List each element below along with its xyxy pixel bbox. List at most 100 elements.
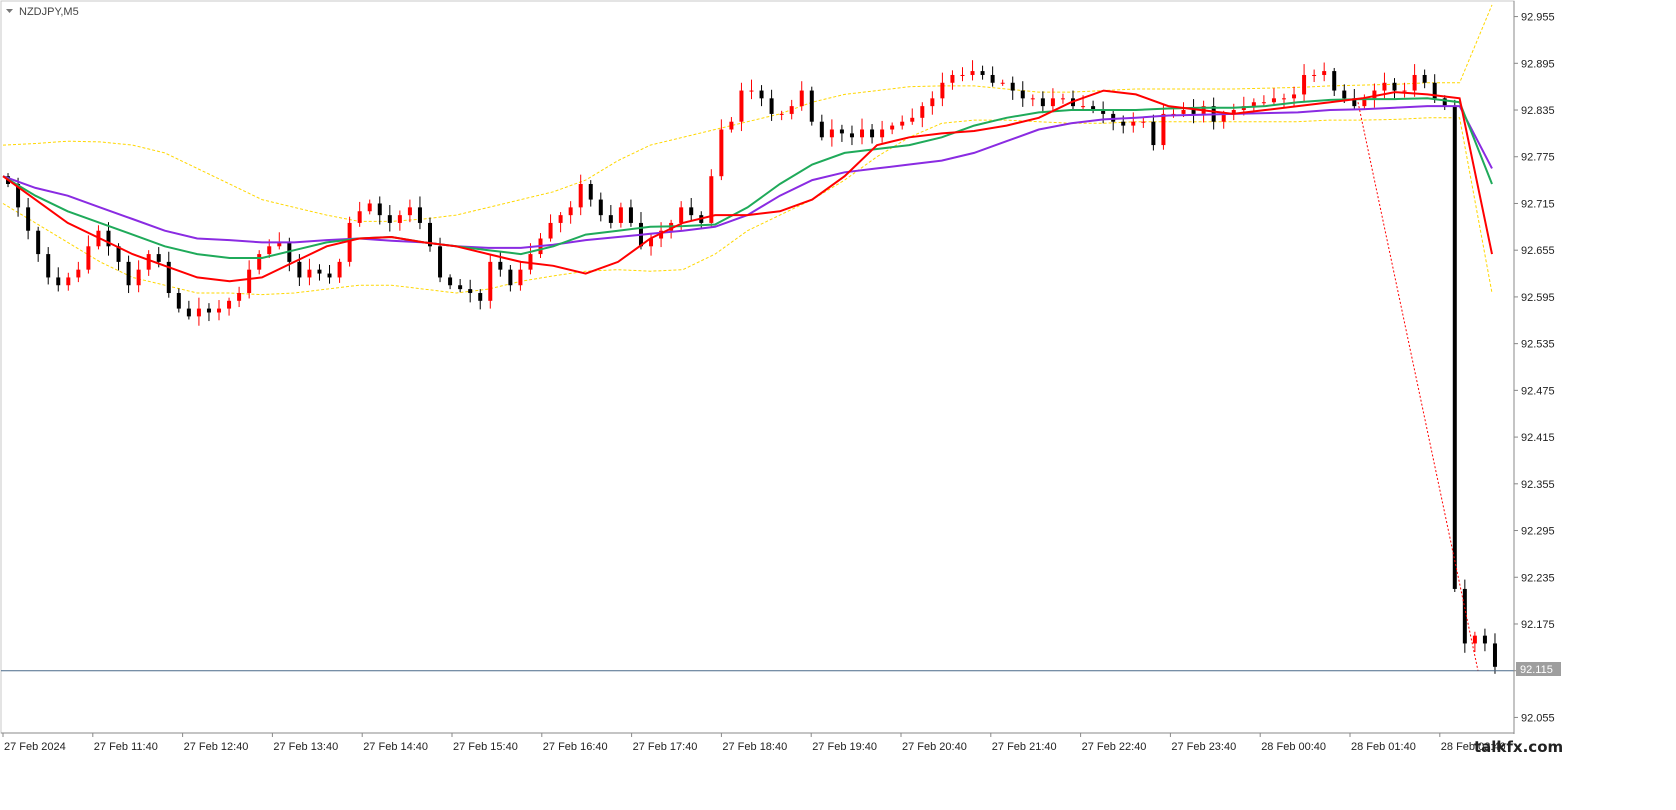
candle-body <box>679 207 684 223</box>
price-tick-label: 92.415 <box>1521 432 1555 444</box>
candle-body <box>1292 94 1297 99</box>
candle-body <box>1482 635 1487 644</box>
candle-body <box>347 222 352 262</box>
candle-body <box>829 129 834 138</box>
candle-body <box>1181 110 1186 114</box>
candle-body <box>839 129 844 134</box>
candle-body <box>980 71 985 75</box>
price-tick-label: 92.175 <box>1521 619 1555 631</box>
time-tick-label: 27 Feb 13:40 <box>273 741 338 753</box>
candle-body <box>578 184 583 208</box>
candle-body <box>86 246 91 270</box>
candle-body <box>819 121 824 138</box>
candle-body <box>247 269 252 294</box>
time-tick-label: 27 Feb 18:40 <box>722 741 787 753</box>
candle-body <box>608 215 613 223</box>
candle-body <box>910 117 915 122</box>
candle-body <box>76 269 81 278</box>
candle-body <box>528 254 533 270</box>
candle-body <box>769 98 774 114</box>
candle-body <box>1392 82 1397 91</box>
candle-body <box>46 254 51 278</box>
candle-body <box>860 129 865 138</box>
candle-body <box>1342 90 1347 99</box>
candle-body <box>397 215 402 223</box>
candle-body <box>1030 98 1035 100</box>
candle-body <box>880 129 885 138</box>
candle-body <box>548 222 553 239</box>
candle-body <box>136 269 141 286</box>
candle-body <box>1020 90 1025 99</box>
candle-body <box>1402 90 1407 92</box>
candle-body <box>1010 82 1015 91</box>
price-tick-label: 92.535 <box>1521 339 1555 351</box>
candle-body <box>176 293 181 309</box>
candle-body <box>779 113 784 115</box>
candle-body <box>950 74 955 83</box>
candle-body <box>126 261 131 286</box>
candle-body <box>146 254 151 270</box>
candle-body <box>870 129 875 138</box>
price-chart[interactable]: 92.955 92.895 92.835 92.775 92.715 92.655 92.5… <box>0 0 1676 810</box>
candle-body <box>317 269 322 274</box>
candle-body <box>1271 98 1276 103</box>
time-tick-label: 27 Feb 15:40 <box>453 741 518 753</box>
candle-body <box>558 215 563 223</box>
candle-body <box>227 300 232 309</box>
candle-body <box>849 133 854 138</box>
candle-body <box>628 207 633 223</box>
time-tick-label: 27 Feb 19:40 <box>812 741 877 753</box>
candle-body <box>237 293 242 301</box>
candle-body <box>1322 71 1327 75</box>
candle-body <box>960 74 965 76</box>
time-tick-label: 27 Feb 21:40 <box>992 741 1057 753</box>
price-tick-label: 92.835 <box>1521 105 1555 117</box>
candle-body <box>1121 121 1126 126</box>
candle-body <box>1141 121 1146 123</box>
candle-body <box>799 90 804 107</box>
candle-body <box>809 90 814 122</box>
symbol-timeframe-label: NZDJPY,M5 <box>19 6 79 18</box>
candle-body <box>1492 643 1497 667</box>
time-tick-label: 27 Feb 22:40 <box>1082 741 1147 753</box>
price-tick-label: 92.955 <box>1521 12 1555 24</box>
candle-body <box>900 121 905 126</box>
candle-body <box>1081 106 1086 108</box>
candle-body <box>217 308 222 313</box>
candle-body <box>1412 74 1417 91</box>
candle-body <box>307 269 312 278</box>
time-tick-label: 28 Feb 01:40 <box>1351 741 1416 753</box>
time-tick-label: 27 Feb 14:40 <box>363 741 428 753</box>
candle-body <box>1060 98 1065 100</box>
time-tick-label: 27 Feb 16:40 <box>543 741 608 753</box>
price-tick-label: 92.355 <box>1521 479 1555 491</box>
candle-body <box>407 207 412 216</box>
candle-body <box>1422 74 1427 83</box>
candle <box>1452 99 1457 593</box>
price-axis[interactable]: 92.955 92.895 92.835 92.775 92.715 92.655 92.5… <box>1514 12 1555 725</box>
candle-body <box>970 71 975 75</box>
candle-body <box>478 293 483 301</box>
time-tick-label: 28 Feb 00:40 <box>1261 741 1326 753</box>
price-tick-label: 92.595 <box>1521 292 1555 304</box>
candle-body <box>789 106 794 114</box>
candle-body <box>297 261 302 278</box>
candle-body <box>729 121 734 130</box>
candle-body <box>1131 121 1136 126</box>
candle-body <box>759 90 764 99</box>
time-axis[interactable]: 27 Feb 2024 27 Feb 11:40 27 Feb 12:40 27 Fe… <box>2 733 1506 753</box>
candle-body <box>588 184 593 200</box>
price-tick-label: 92.775 <box>1521 152 1555 164</box>
candle-body <box>357 211 362 223</box>
candle-body <box>438 246 443 278</box>
candle-body <box>1332 71 1337 91</box>
time-tick-label: 27 Feb 23:40 <box>1171 741 1236 753</box>
candle-body <box>930 98 935 107</box>
candle-body <box>1000 82 1005 84</box>
candle-body <box>598 199 603 216</box>
candle-body <box>66 277 71 286</box>
candle-body <box>367 203 372 212</box>
candle <box>709 169 714 228</box>
candle-body <box>417 207 422 223</box>
time-tick-label: 27 Feb 12:40 <box>184 741 249 753</box>
